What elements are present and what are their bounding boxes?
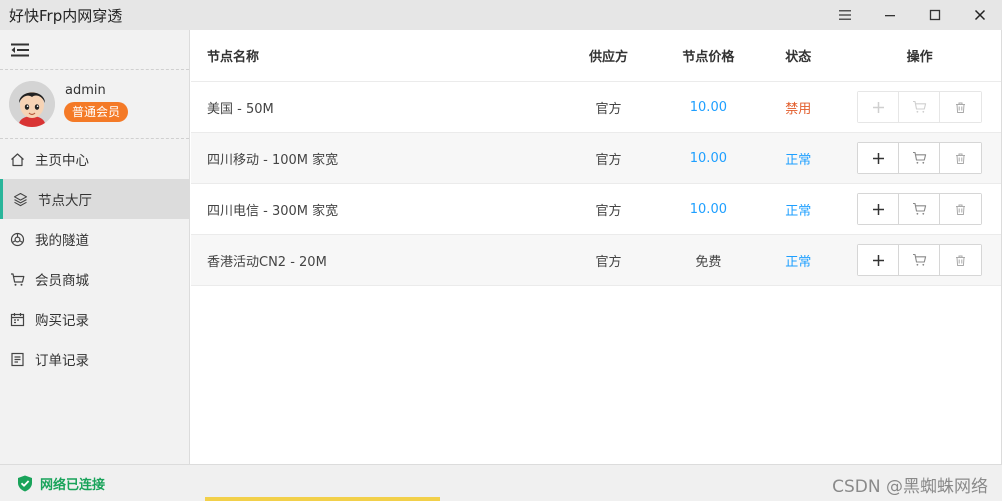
node-name: 四川移动 - 100M 家宽 [207,152,339,168]
avatar[interactable] [9,81,55,127]
sidebar-item-label: 订单记录 [35,353,89,369]
sidebar-item-label: 会员商城 [35,273,89,289]
add-tunnel-button[interactable] [858,194,900,224]
sidebar-item-nodes[interactable]: 节点大厅 [0,179,189,219]
node-table: 节点名称 供应方 节点价格 状态 操作 美国 - 50M 官方 10.00 禁用 [191,30,1002,464]
node-price: 10.00 [689,99,727,115]
decorative-strip [205,497,440,501]
trash-icon [956,153,966,164]
cart-icon [912,100,926,113]
table-row: 四川电信 - 300M 家宽 官方 10.00 正常 [191,184,1001,235]
delete-button[interactable] [940,194,982,224]
cart-icon [9,271,25,287]
table-row: 美国 - 50M 官方 10.00 禁用 [191,82,1001,133]
add-tunnel-button[interactable] [858,143,900,173]
sidebar-item-label: 主页中心 [35,153,89,169]
delete-button[interactable] [940,245,982,275]
node-name: 四川电信 - 300M 家宽 [207,203,339,219]
sidebar-item-shop[interactable]: 会员商城 [0,259,189,299]
node-provider: 官方 [595,101,622,117]
trash-icon [956,102,966,113]
user-profile: admin 普通会员 [0,70,189,139]
minimize-icon [884,15,895,17]
cart-icon [912,253,926,266]
node-name: 香港活动CN2 - 20M [207,254,327,270]
node-status: 正常 [785,203,812,219]
watermark: CSDN @黑蜘蛛网络 [832,477,988,497]
trash-icon [956,255,966,266]
header-name: 节点名称 [207,50,260,65]
header-price: 节点价格 [682,50,735,65]
header-status: 状态 [785,50,812,65]
add-tunnel-button[interactable] [858,92,900,122]
row-actions [857,244,983,276]
sidebar-item-purchases[interactable]: 购买记录 [0,299,189,339]
sidebar-item-home[interactable]: 主页中心 [0,139,189,179]
shield-check-icon [17,475,33,492]
connection-label: 网络已连接 [40,477,106,493]
tunnel-icon [9,231,25,247]
maximize-icon [929,9,940,21]
menu-button[interactable] [822,0,867,30]
node-status: 正常 [785,152,812,168]
plus-icon [872,254,884,266]
plus-icon [872,203,884,215]
node-name: 美国 - 50M [207,101,274,117]
buy-node-button[interactable] [899,143,941,173]
sidebar-item-label: 节点大厅 [38,193,92,209]
collapse-menu-icon [11,43,29,56]
document-icon [9,351,25,367]
node-provider: 官方 [595,152,622,168]
close-button[interactable] [957,0,1002,30]
node-provider: 官方 [595,203,622,219]
header-provider: 供应方 [588,50,628,65]
cart-icon [912,151,926,164]
hamburger-icon [838,10,851,20]
header-actions: 操作 [906,50,933,65]
cart-icon [912,202,926,215]
node-price: 10.00 [689,201,727,217]
plus-icon [872,152,884,164]
sidebar-toggle[interactable] [0,30,189,70]
delete-button[interactable] [940,143,982,173]
row-actions [857,142,983,174]
row-actions [857,193,983,225]
status-bar: 网络已连接 CSDN @黑蜘蛛网络 [0,464,1002,501]
buy-node-button[interactable] [899,92,941,122]
buy-node-button[interactable] [899,245,941,275]
delete-button[interactable] [940,92,982,122]
node-price: 10.00 [689,150,727,166]
membership-badge: 普通会员 [64,101,129,122]
row-actions [857,91,983,123]
maximize-button[interactable] [912,0,957,30]
close-icon [974,9,985,21]
sidebar-item-tunnels[interactable]: 我的隧道 [0,219,189,259]
title-bar: 好快Frp内网穿透 [0,0,1002,30]
buy-node-button[interactable] [899,194,941,224]
connection-status: 网络已连接 [0,474,105,493]
sidebar: admin 普通会员 主页中心 节点大厅 我的隧道 会员商城 购买记录 订单记录 [0,30,190,464]
table-row: 四川移动 - 100M 家宽 官方 10.00 正常 [191,133,1001,184]
table-row: 香港活动CN2 - 20M 官方 免费 正常 [191,235,1001,286]
home-icon [9,151,25,167]
node-status: 禁用 [785,101,812,117]
sidebar-item-orders[interactable]: 订单记录 [0,339,189,379]
node-status: 正常 [785,254,812,270]
add-tunnel-button[interactable] [858,245,900,275]
plus-icon [872,101,884,113]
node-provider: 官方 [595,254,622,270]
sidebar-item-label: 购买记录 [35,313,89,329]
username: admin [65,82,106,98]
calendar-icon [9,311,25,327]
window-title: 好快Frp内网穿透 [9,6,123,25]
table-header: 节点名称 供应方 节点价格 状态 操作 [191,30,1001,82]
sidebar-item-label: 我的隧道 [35,233,89,249]
node-price: 免费 [695,254,722,270]
trash-icon [956,204,966,215]
layers-icon [12,191,28,207]
minimize-button[interactable] [867,0,912,30]
